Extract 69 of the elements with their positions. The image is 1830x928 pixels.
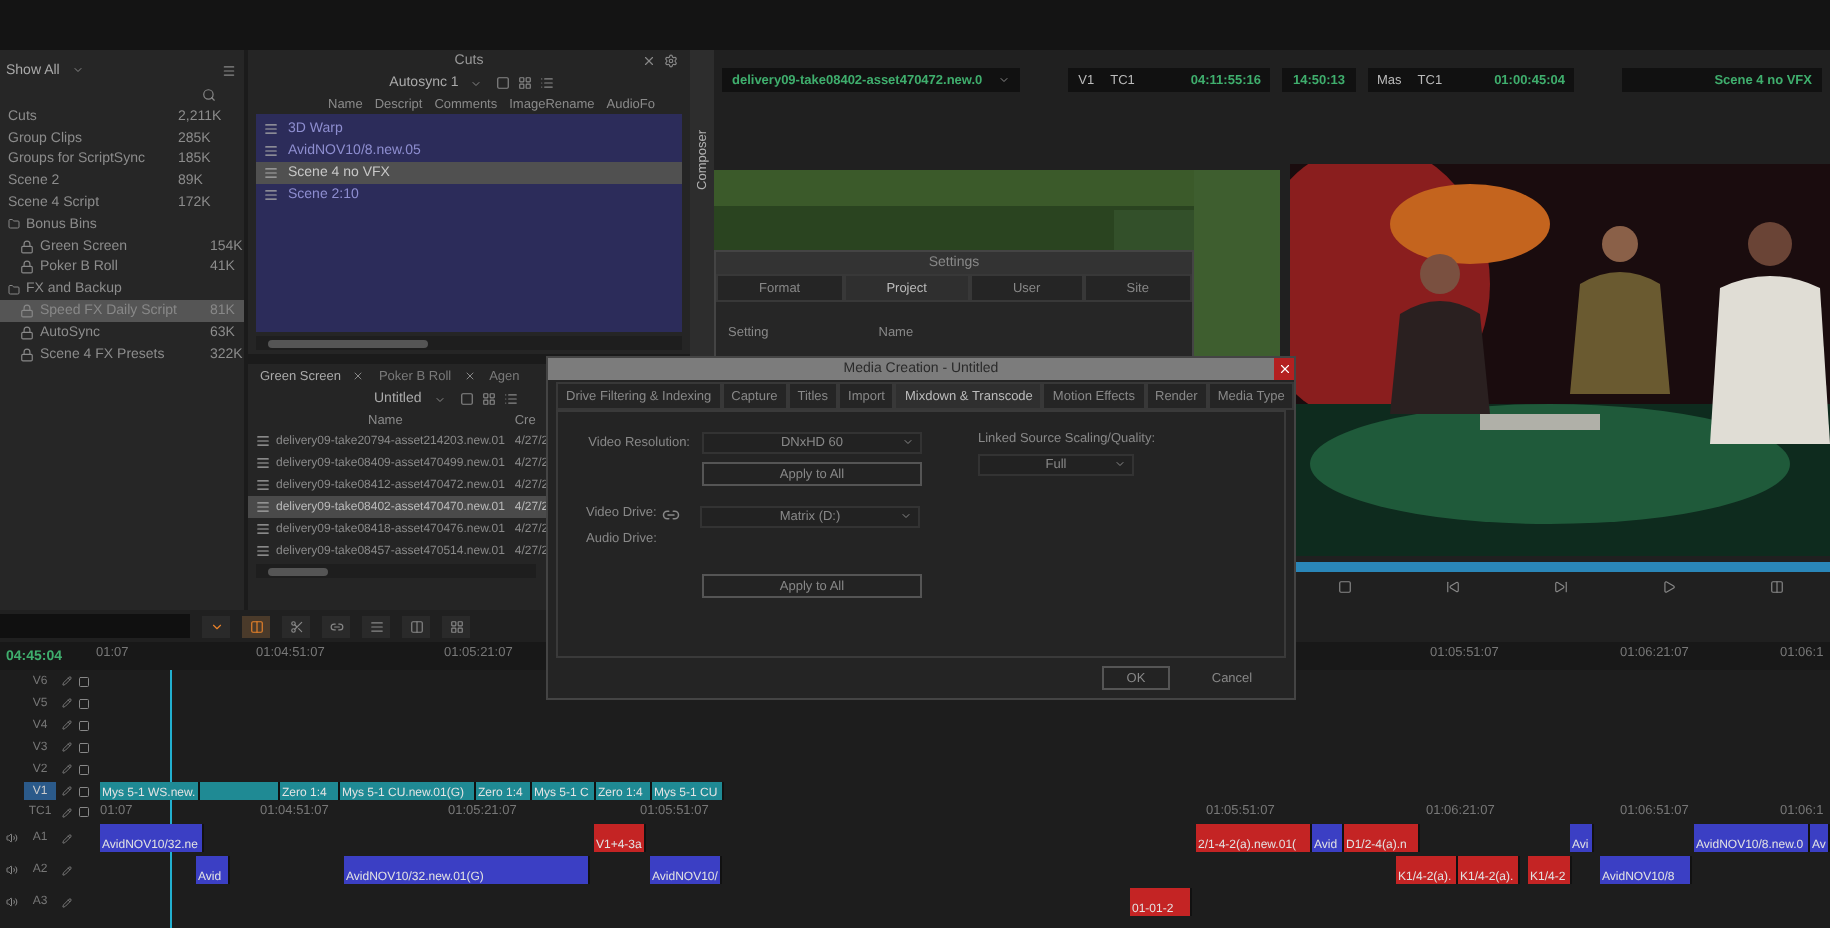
clip-icon xyxy=(256,456,270,470)
link-button[interactable] xyxy=(322,615,350,637)
sequence-icon xyxy=(264,122,278,136)
clip-icon xyxy=(256,522,270,536)
pencil-icon xyxy=(62,786,72,796)
folder-icon xyxy=(8,218,20,231)
link-icon xyxy=(329,619,343,633)
pencil-icon xyxy=(62,676,72,686)
close-icon xyxy=(352,370,365,382)
pencil-icon xyxy=(62,720,72,730)
clip-icon xyxy=(256,434,270,448)
caret-icon xyxy=(433,393,446,405)
lift-button[interactable] xyxy=(202,615,230,637)
link-icon xyxy=(662,506,680,524)
settings-icon[interactable] xyxy=(664,54,678,68)
grid-view-icon[interactable] xyxy=(481,392,496,406)
bin-icon xyxy=(20,347,34,362)
list-view-icon[interactable] xyxy=(540,76,555,90)
grid-view-icon[interactable] xyxy=(518,76,533,90)
caret-icon xyxy=(902,435,914,447)
columns-icon xyxy=(409,619,423,633)
extract-button[interactable] xyxy=(242,615,270,637)
timeline-clip[interactable] xyxy=(200,782,280,800)
caret-icon xyxy=(71,64,84,76)
pencil-icon xyxy=(62,833,72,843)
pencil-icon xyxy=(62,897,72,907)
pencil-icon xyxy=(62,865,72,875)
speaker-icon xyxy=(6,832,18,844)
cut-button[interactable] xyxy=(282,615,310,637)
sequence-icon xyxy=(264,166,278,180)
clip-icon xyxy=(256,478,270,492)
bin-icon xyxy=(20,325,34,340)
caret-icon xyxy=(900,509,912,521)
close-icon[interactable] xyxy=(642,54,656,68)
scissors-icon xyxy=(289,619,303,633)
grid-button[interactable] xyxy=(442,615,470,637)
step-back-icon[interactable] xyxy=(1445,579,1459,593)
pencil-icon xyxy=(62,807,72,817)
speaker-icon xyxy=(6,864,18,876)
frame-view-icon[interactable] xyxy=(496,76,511,90)
bin-icon xyxy=(20,304,34,319)
clip-icon xyxy=(256,544,270,558)
lines-icon xyxy=(369,619,383,633)
sequence-icon xyxy=(264,188,278,202)
caret-icon xyxy=(998,74,1011,86)
bin-icon xyxy=(20,260,34,275)
clip-icon xyxy=(256,500,270,514)
close-icon xyxy=(463,370,476,382)
tracks-button[interactable] xyxy=(362,615,390,637)
step-forward-icon[interactable] xyxy=(1553,579,1567,593)
search-icon[interactable] xyxy=(202,87,216,101)
play-icon[interactable] xyxy=(1661,579,1675,593)
chevron-down-icon xyxy=(209,619,223,633)
caret-icon xyxy=(1114,457,1126,469)
columns-icon xyxy=(249,619,263,633)
speaker-icon xyxy=(6,896,18,908)
folder-icon xyxy=(8,283,20,296)
frame-icon[interactable] xyxy=(1337,579,1351,593)
grid-icon xyxy=(449,619,463,633)
menu-icon[interactable] xyxy=(222,63,236,77)
list-view-icon[interactable] xyxy=(503,392,518,406)
bin-icon xyxy=(20,239,34,254)
sequence-icon xyxy=(264,144,278,158)
pencil-icon xyxy=(62,742,72,752)
caret-icon xyxy=(470,77,483,89)
pencil-icon xyxy=(62,764,72,774)
frame-view-icon[interactable] xyxy=(459,392,474,406)
pencil-icon xyxy=(62,698,72,708)
split-button[interactable] xyxy=(402,615,430,637)
